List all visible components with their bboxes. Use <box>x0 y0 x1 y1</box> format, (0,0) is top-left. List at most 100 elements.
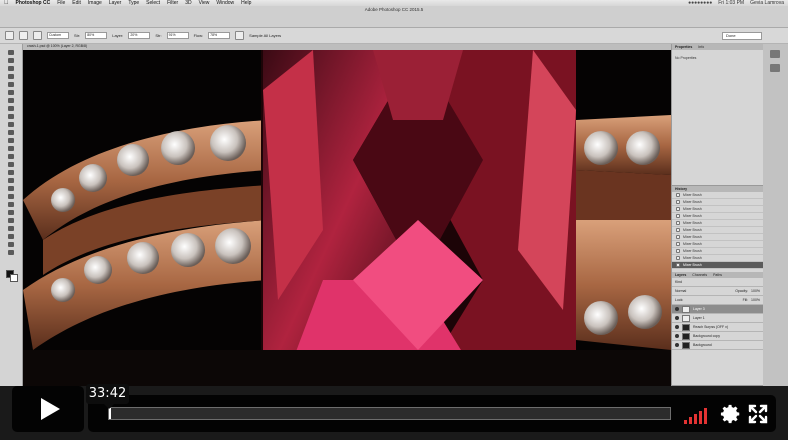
panel-icon-color[interactable] <box>770 50 780 58</box>
tool-icon[interactable] <box>8 162 14 167</box>
brush-icon <box>676 207 680 211</box>
tool-icon[interactable] <box>8 146 14 151</box>
tab-channels[interactable]: Channels <box>692 273 707 277</box>
background-color-swatch[interactable] <box>10 274 18 282</box>
tool-icon[interactable] <box>8 66 14 71</box>
lock-label: Lock: <box>675 298 684 302</box>
history-item[interactable]: Mixer Brush <box>672 241 764 248</box>
tool-icon[interactable] <box>8 50 14 55</box>
layer-filter-row: Kind <box>672 278 764 287</box>
tool-icon[interactable] <box>8 74 14 79</box>
history-item-label: Mixer Brush <box>683 228 702 232</box>
brush-icon <box>676 256 680 260</box>
history-item[interactable]: Mixer Brush <box>672 262 764 269</box>
tool-icon[interactable] <box>8 114 14 119</box>
tool-icon[interactable] <box>8 186 14 191</box>
fill-label: Fill: <box>742 298 749 302</box>
option-field-4[interactable]: 78% <box>208 32 231 39</box>
sample-all-checkbox[interactable] <box>235 31 245 40</box>
history-item[interactable]: Mixer Brush <box>672 234 764 241</box>
tool-icon[interactable] <box>8 194 14 199</box>
properties-panel: Properties Info No Properties <box>672 44 764 186</box>
history-item[interactable]: Mixer Brush <box>672 227 764 234</box>
mixer-mode-select[interactable]: Custom <box>47 32 69 39</box>
history-item[interactable]: Mixer Brush <box>672 220 764 227</box>
layer-row[interactable]: Background copy <box>672 332 764 341</box>
history-item[interactable]: Mixer Brush <box>672 213 764 220</box>
history-item[interactable]: Mixer Brush <box>672 206 764 213</box>
tab-layers[interactable]: Layers <box>675 273 686 277</box>
tool-icon[interactable] <box>8 90 14 95</box>
eye-icon[interactable] <box>675 316 679 320</box>
volume-bar <box>684 420 687 424</box>
collapsed-panel-strip <box>763 44 788 386</box>
progress-bar[interactable] <box>108 407 671 420</box>
tool-icon[interactable] <box>8 178 14 183</box>
tool-icon[interactable] <box>8 98 14 103</box>
eye-icon[interactable] <box>675 325 679 329</box>
document-canvas[interactable] <box>23 50 671 386</box>
settings-gear-icon[interactable] <box>720 403 742 425</box>
option-label-2: Layer: <box>112 33 124 38</box>
layer-row[interactable]: Reach Surpss (OFF x) <box>672 323 764 332</box>
tool-icon[interactable] <box>8 226 14 231</box>
option-field-1[interactable]: 80% <box>85 32 108 39</box>
tool-icon[interactable] <box>8 82 14 87</box>
history-item[interactable]: Mixer Brush <box>672 199 764 206</box>
history-item-label: Mixer Brush <box>683 235 702 239</box>
brush-icon <box>676 200 680 204</box>
tool-icon[interactable] <box>8 242 14 247</box>
workspace-select[interactable]: Done <box>722 31 762 40</box>
layer-kind-filter[interactable]: Kind <box>675 280 682 284</box>
eye-icon[interactable] <box>675 307 679 311</box>
fill-value[interactable]: 100% <box>751 298 760 302</box>
tool-icon[interactable] <box>8 58 14 63</box>
tab-properties[interactable]: Properties <box>675 45 692 49</box>
tool-icon[interactable] <box>8 210 14 215</box>
tool-icon[interactable] <box>8 106 14 111</box>
history-item[interactable]: Mixer Brush <box>672 248 764 255</box>
layer-name: Background copy <box>693 334 721 338</box>
tool-icon[interactable] <box>8 250 14 255</box>
brush-icon <box>676 235 680 239</box>
tab-history[interactable]: History <box>675 187 687 191</box>
layer-row[interactable]: Background <box>672 341 764 350</box>
tool-icon[interactable] <box>8 202 14 207</box>
volume-bar <box>689 417 692 424</box>
brush-panel-icon[interactable] <box>33 31 42 40</box>
tool-icon[interactable] <box>8 130 14 135</box>
eye-icon[interactable] <box>675 334 679 338</box>
tool-icon[interactable] <box>8 154 14 159</box>
ring-photo <box>23 50 671 386</box>
option-label-1: Str: <box>74 33 81 38</box>
tool-preset-icon[interactable] <box>5 31 14 40</box>
fullscreen-icon[interactable] <box>748 404 768 424</box>
panel-icon-swatches[interactable] <box>770 64 780 72</box>
layer-list: Layer 3 Layer 1 Reach Surpss (OFF x) Backgr… <box>672 305 764 350</box>
brush-preset-icon[interactable] <box>19 31 28 40</box>
play-button[interactable] <box>12 386 84 432</box>
tool-icon[interactable] <box>8 218 14 223</box>
layer-row[interactable]: Layer 1 <box>672 314 764 323</box>
option-field-3[interactable]: 91% <box>166 32 189 39</box>
tab-info[interactable]: Info <box>698 45 704 49</box>
opacity-value[interactable]: 100% <box>751 289 760 293</box>
blend-mode-select[interactable]: Normal <box>675 289 686 293</box>
tool-icon[interactable] <box>8 234 14 239</box>
option-field-2[interactable]: 20% <box>128 32 151 39</box>
brush-icon <box>676 263 680 267</box>
layer-row[interactable]: Layer 3 <box>672 305 764 314</box>
volume-control[interactable] <box>684 404 712 424</box>
layer-thumbnail <box>682 332 690 340</box>
tool-icon[interactable] <box>8 170 14 175</box>
history-item-label: Mixer Brush <box>683 263 702 267</box>
tool-icon[interactable] <box>8 122 14 127</box>
tool-icon[interactable] <box>8 138 14 143</box>
volume-bar <box>699 411 702 424</box>
history-item[interactable]: Mixer Brush <box>672 255 764 262</box>
tab-paths[interactable]: Paths <box>713 273 722 277</box>
eye-icon[interactable] <box>675 343 679 347</box>
layer-blend-row: Normal Opacity: 100% <box>672 287 764 296</box>
history-panel: History Mixer Brush Mixer Brush Mixer Brus… <box>672 186 764 274</box>
history-item[interactable]: Mixer Brush <box>672 192 764 199</box>
